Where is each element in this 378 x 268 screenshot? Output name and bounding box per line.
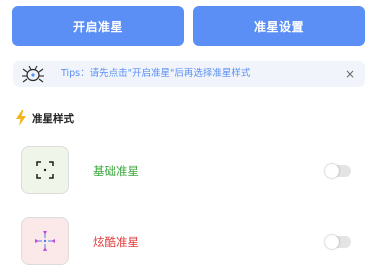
cool-crosshair-icon — [21, 217, 69, 265]
section-header: 准星样式 — [14, 108, 74, 128]
basic-crosshair-label: 基础准星 — [93, 164, 139, 178]
section-title: 准星样式 — [32, 112, 74, 125]
start-crosshair-button[interactable]: 开启准星 — [12, 6, 184, 46]
crosshair-settings-button[interactable]: 准星设置 — [193, 6, 365, 46]
cool-crosshair-toggle[interactable] — [325, 235, 351, 249]
cool-crosshair-label: 炫酷准星 — [93, 235, 139, 249]
basic-crosshair-toggle[interactable] — [325, 164, 351, 178]
close-icon[interactable]: × — [345, 61, 355, 87]
basic-crosshair-icon — [21, 146, 69, 194]
lightning-icon — [16, 110, 26, 126]
tips-banner: Tips：请先点击"开启准星"后再选择准星样式 × — [13, 61, 365, 87]
tips-text: Tips：请先点击"开启准星"后再选择准星样式 — [61, 68, 251, 79]
bug-icon — [22, 65, 44, 83]
